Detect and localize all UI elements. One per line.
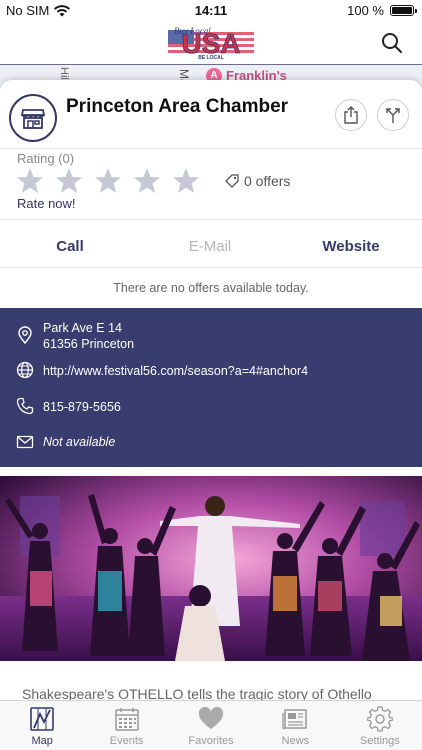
star-icon[interactable]: [94, 167, 122, 195]
email-button[interactable]: E-Mail: [140, 226, 280, 266]
storefront-icon: [20, 109, 46, 129]
star-icon[interactable]: [55, 167, 83, 195]
event-description: Shakespeare's OTHELLO tells the tragic s…: [22, 686, 372, 700]
tab-label: News: [281, 735, 310, 747]
share-button[interactable]: [335, 99, 367, 131]
svg-text:Buy Local: Buy Local: [174, 26, 211, 36]
globe-icon: [16, 361, 34, 379]
place-title: Princeton Area Chamber: [66, 96, 289, 117]
phone-icon: [16, 397, 34, 415]
star-icon[interactable]: [172, 167, 200, 195]
address-line-2: 61356 Princeton: [43, 337, 135, 351]
address[interactable]: Park Ave E 14 61356 Princeton: [43, 320, 134, 352]
website-url[interactable]: http://www.festival56.com/season?a=4#anc…: [43, 363, 308, 379]
gear-icon: [366, 706, 393, 732]
rate-now-link[interactable]: Rate now!: [17, 196, 76, 211]
directions-button[interactable]: [377, 99, 409, 131]
app-header: USA Buy Local BE LOCAL: [0, 22, 422, 64]
tab-news[interactable]: News: [253, 701, 337, 750]
phone-number[interactable]: 815-879-5656: [43, 399, 121, 415]
app-logo[interactable]: USA Buy Local BE LOCAL: [164, 24, 258, 62]
battery-icon: [390, 5, 417, 16]
tab-label: Map: [31, 735, 53, 747]
contact-actions: Call E-Mail Website: [0, 226, 422, 266]
email-address: Not available: [43, 435, 116, 449]
directions-icon: [386, 108, 400, 123]
tab-events[interactable]: Events: [84, 701, 168, 750]
envelope-icon: [16, 435, 34, 449]
divider: [0, 148, 422, 149]
status-right: 100 %: [347, 3, 417, 18]
status-bar: No SIM 14:11 100 %: [0, 0, 422, 22]
tag-icon: [225, 174, 239, 188]
place-category-icon: [9, 94, 57, 142]
star-rating[interactable]: [16, 167, 200, 195]
tab-label: Favorites: [188, 735, 234, 747]
offers-count-label: 0 offers: [244, 173, 291, 189]
tab-favorites[interactable]: Favorites: [169, 701, 253, 750]
contact-info-panel: Park Ave E 14 61356 Princeton http://www…: [0, 308, 422, 467]
tab-label: Events: [109, 735, 144, 747]
divider: [0, 219, 422, 220]
rating-label: Rating (0): [17, 151, 75, 166]
tab-settings[interactable]: Settings: [338, 701, 422, 750]
location-pin-icon: [18, 326, 32, 344]
event-photo[interactable]: [0, 476, 422, 661]
svg-text:BE LOCAL: BE LOCAL: [198, 55, 224, 61]
tab-label: Settings: [359, 735, 400, 747]
tab-bar: Map Events Favorites News Settings: [0, 700, 422, 750]
call-button[interactable]: Call: [0, 226, 140, 266]
search-icon[interactable]: [380, 31, 404, 55]
star-icon[interactable]: [16, 167, 44, 195]
tab-map[interactable]: Map: [0, 701, 84, 750]
address-line-1: Park Ave E 14: [43, 321, 122, 335]
star-icon[interactable]: [133, 167, 161, 195]
heart-icon: [198, 706, 224, 729]
offers-count: 0 offers: [225, 173, 290, 189]
battery-percent: 100 %: [347, 3, 384, 18]
map-icon: [30, 707, 55, 731]
website-button[interactable]: Website: [280, 226, 422, 266]
place-detail-card: Princeton Area Chamber Rating (0) 0 offe…: [0, 80, 422, 700]
newspaper-icon: [282, 709, 308, 730]
share-icon: [344, 106, 358, 124]
divider: [0, 267, 422, 268]
no-offers-message: There are no offers available today.: [113, 281, 309, 295]
calendar-icon: [114, 708, 139, 731]
